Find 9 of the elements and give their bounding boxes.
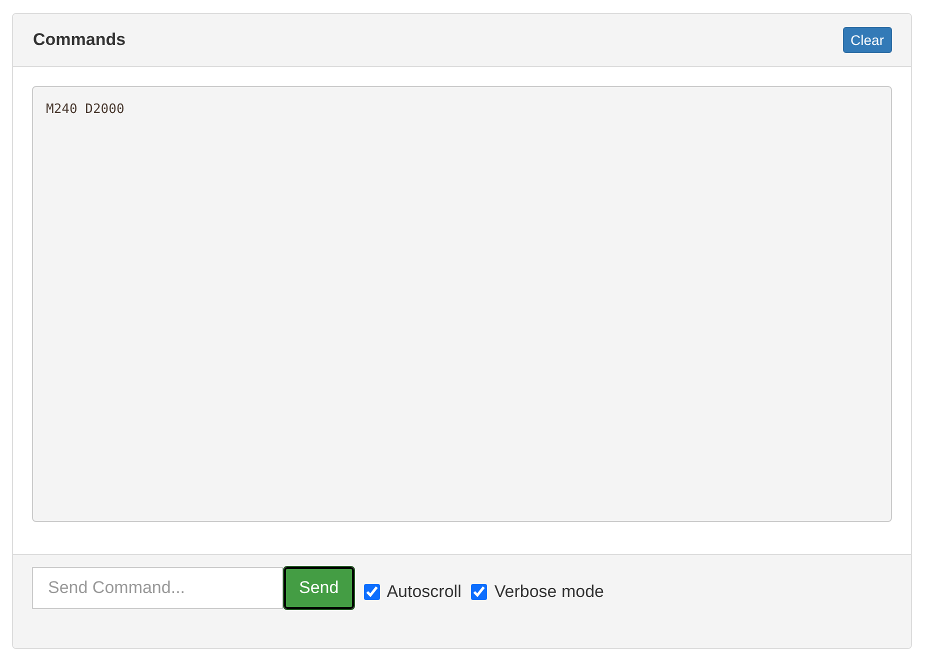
checkbox-label: Autoscroll (386, 582, 462, 602)
clear-button[interactable]: Clear (842, 27, 892, 53)
checkbox[interactable] (364, 584, 380, 600)
panel-title: Commands (33, 30, 126, 50)
checkbox[interactable] (471, 584, 488, 600)
command-input-field[interactable]: Send Command... (32, 567, 283, 609)
send-button[interactable]: Send (284, 567, 354, 609)
checkbox-label: Verbose mode (494, 582, 604, 602)
log-line: M240 D2000 (46, 102, 126, 117)
